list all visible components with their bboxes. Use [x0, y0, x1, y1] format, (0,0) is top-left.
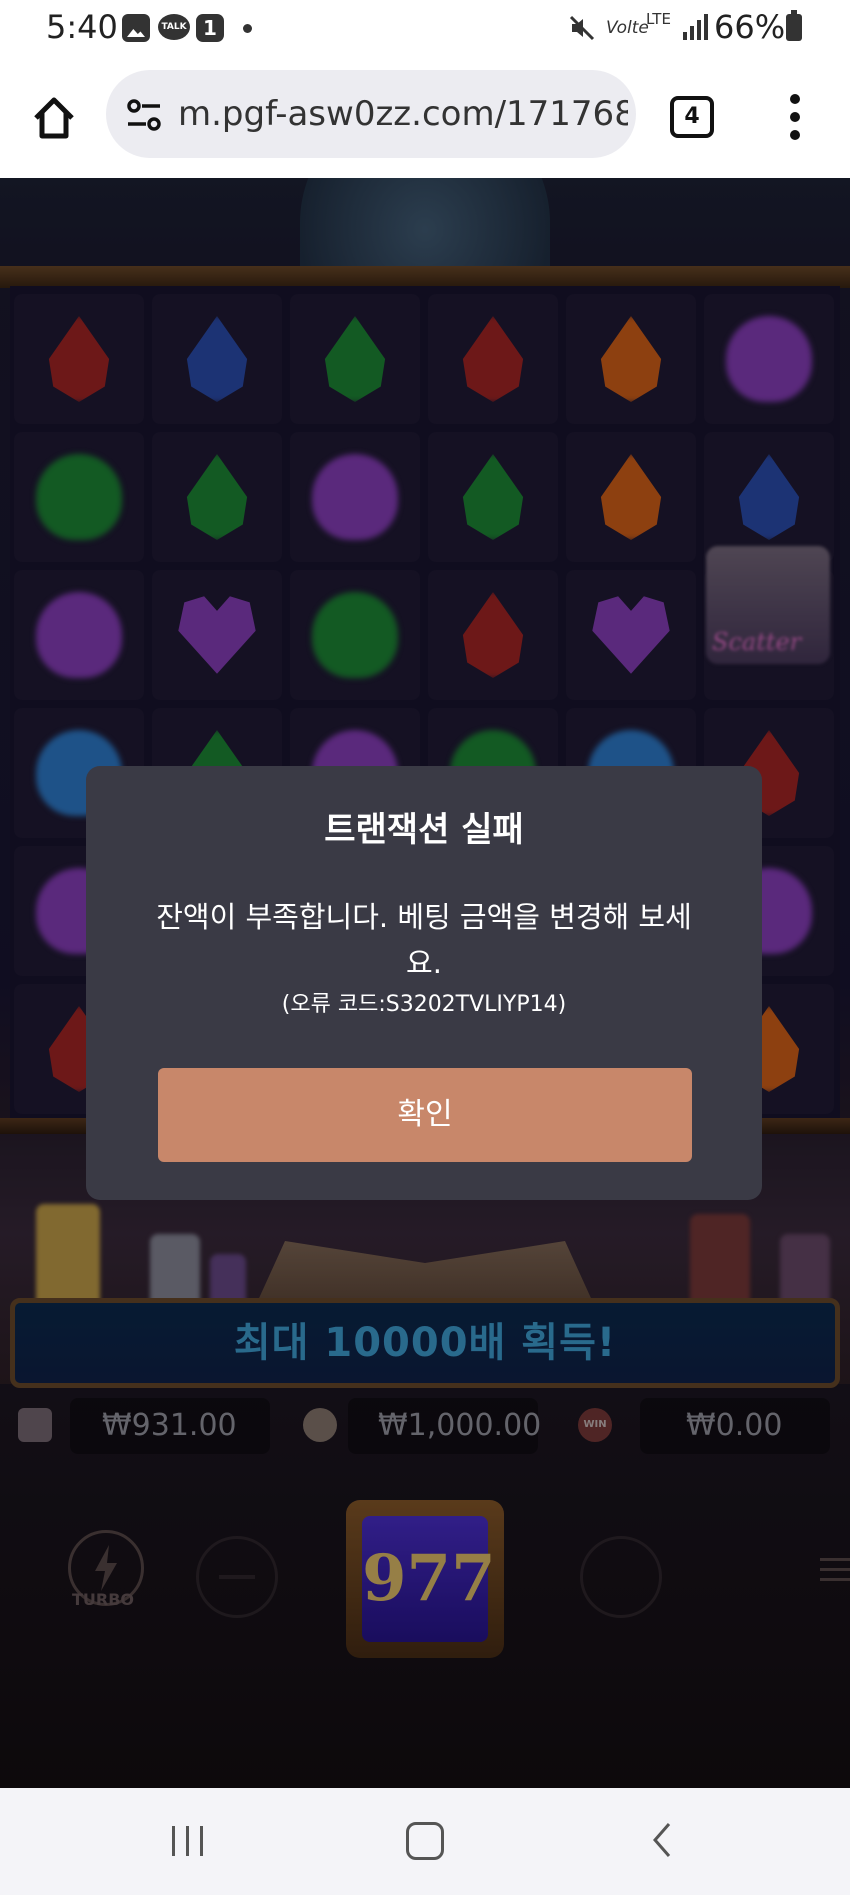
dialog-title: 트랜잭션 실패 — [324, 810, 524, 850]
error-code: (오류 코드:S3202TVLIYP14) — [281, 992, 567, 1017]
kakaotalk-icon: TALK — [158, 14, 190, 40]
signal-icon — [683, 14, 708, 40]
browser-toolbar: m.pgf-asw0zz.com/1717688 4 — [0, 58, 850, 179]
recent-apps-icon[interactable] — [172, 1826, 208, 1856]
gallery-icon — [122, 14, 150, 42]
more-vert-icon[interactable] — [784, 94, 808, 142]
home-icon[interactable] — [30, 94, 78, 142]
battery-icon — [786, 10, 802, 41]
dialog-message: 잔액이 부족합니다. 베팅 금액을 변경해 보세요. — [156, 900, 692, 980]
status-bar: 5:40 TALK 1 Volte LTE 66% — [0, 0, 850, 58]
battery-percent: 66% — [714, 8, 786, 46]
site-settings-icon[interactable] — [126, 98, 162, 132]
tabs-icon[interactable]: 4 — [670, 96, 714, 138]
back-icon[interactable] — [652, 1822, 672, 1858]
transaction-failed-dialog: 트랜잭션 실패 잔액이 부족합니다. 베팅 금액을 변경해 보세요. (오류 코… — [86, 766, 762, 1200]
more-notifications-dot — [243, 24, 252, 33]
mute-icon — [569, 15, 595, 41]
android-nav-bar — [0, 1788, 850, 1895]
volte-indicator: Volte — [606, 18, 649, 38]
lte-indicator: LTE — [646, 10, 671, 28]
clock: 5:40 — [46, 8, 118, 46]
address-bar[interactable]: m.pgf-asw0zz.com/1717688 — [106, 70, 636, 158]
url-text[interactable]: m.pgf-asw0zz.com/1717688 — [178, 94, 628, 134]
nav-home-icon[interactable] — [406, 1822, 444, 1860]
confirm-button[interactable]: 확인 — [158, 1068, 692, 1162]
notification-badge-icon: 1 — [196, 14, 224, 42]
